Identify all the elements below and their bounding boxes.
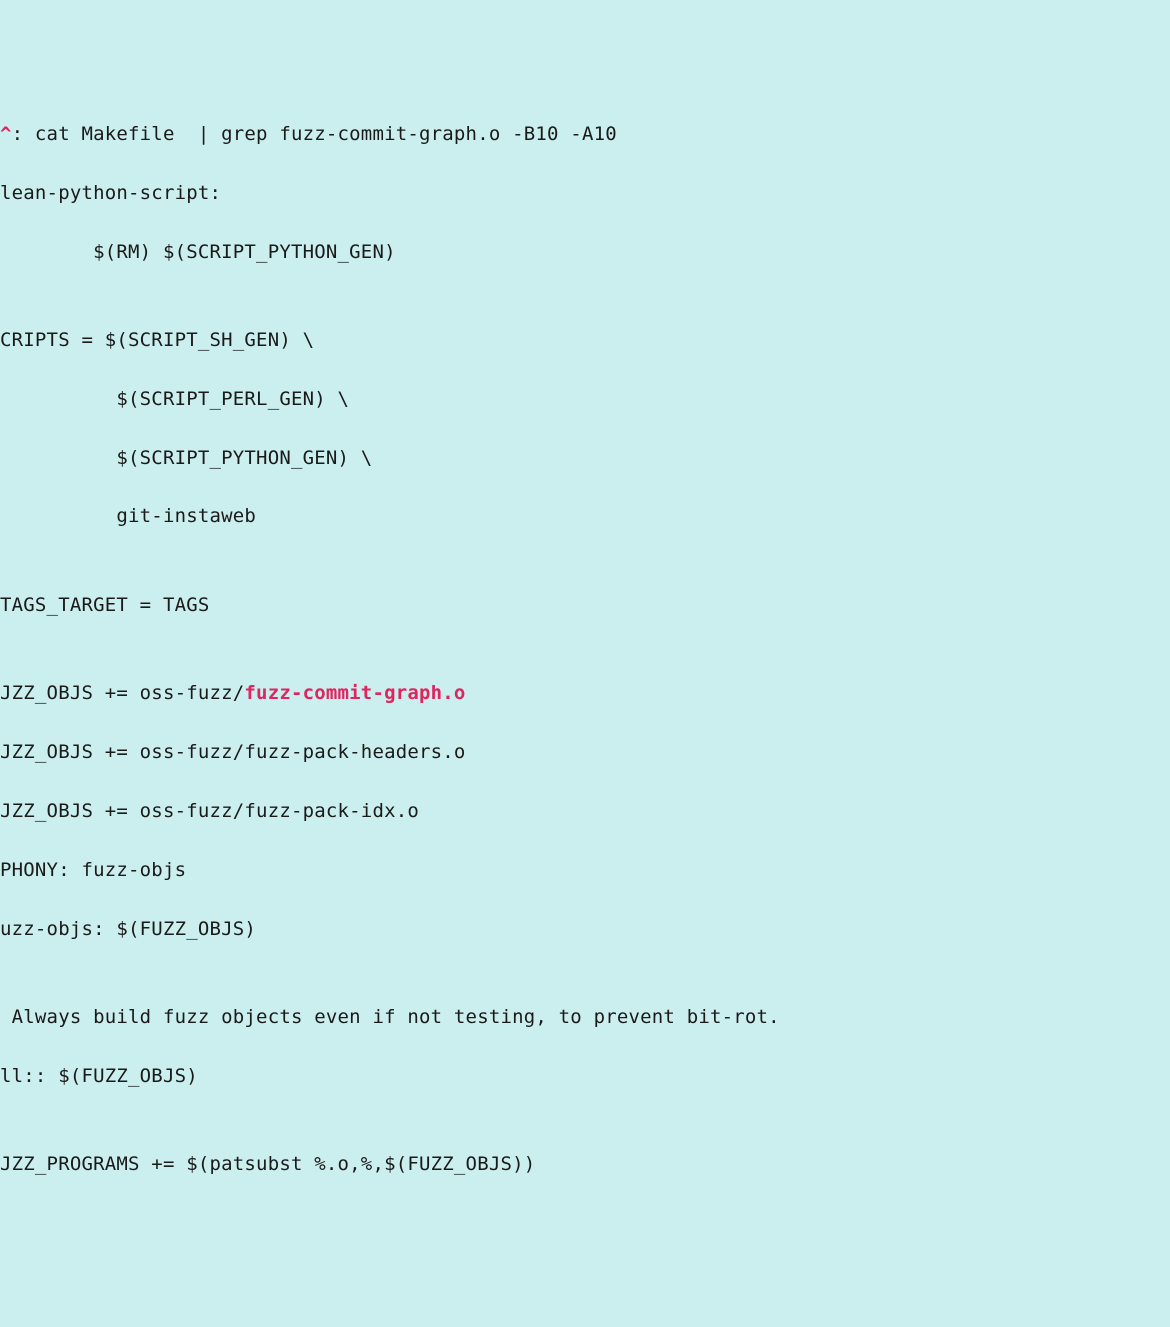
terminal-line: JZZ_PROGRAMS += $(patsubst %.o,%,$(FUZZ_… xyxy=(0,1150,1170,1179)
terminal-line: $(SCRIPT_PYTHON_GEN) \ xyxy=(0,444,1170,473)
match-prefix: JZZ_OBJS += oss-fuzz/ xyxy=(0,682,244,704)
terminal-line: uzz-objs: $(FUZZ_OBJS) xyxy=(0,915,1170,944)
terminal-line: TAGS_TARGET = TAGS xyxy=(0,591,1170,620)
prompt-caret: ^ xyxy=(0,123,12,145)
terminal-line: JZZ_OBJS += oss-fuzz/fuzz-pack-headers.o xyxy=(0,738,1170,767)
terminal-line: ll:: $(FUZZ_OBJS) xyxy=(0,1062,1170,1091)
terminal-line: git-instaweb xyxy=(0,502,1170,531)
terminal-line-command: ^: cat Makefile | grep fuzz-commit-graph… xyxy=(0,120,1170,149)
terminal-line: PHONY: fuzz-objs xyxy=(0,856,1170,885)
terminal-line-match: JZZ_OBJS += oss-fuzz/fuzz-commit-graph.o xyxy=(0,679,1170,708)
terminal-line: $(SCRIPT_PERL_GEN) \ xyxy=(0,385,1170,414)
terminal-line: lean-python-script: xyxy=(0,179,1170,208)
command-text: : cat Makefile | grep fuzz-commit-graph.… xyxy=(12,123,617,145)
terminal-line: Always build fuzz objects even if not te… xyxy=(0,1003,1170,1032)
terminal-line: CRIPTS = $(SCRIPT_SH_GEN) \ xyxy=(0,326,1170,355)
grep-match-highlight: fuzz-commit-graph.o xyxy=(244,682,465,704)
terminal-line: JZZ_OBJS += oss-fuzz/fuzz-pack-idx.o xyxy=(0,797,1170,826)
terminal-line: $(RM) $(SCRIPT_PYTHON_GEN) xyxy=(0,238,1170,267)
